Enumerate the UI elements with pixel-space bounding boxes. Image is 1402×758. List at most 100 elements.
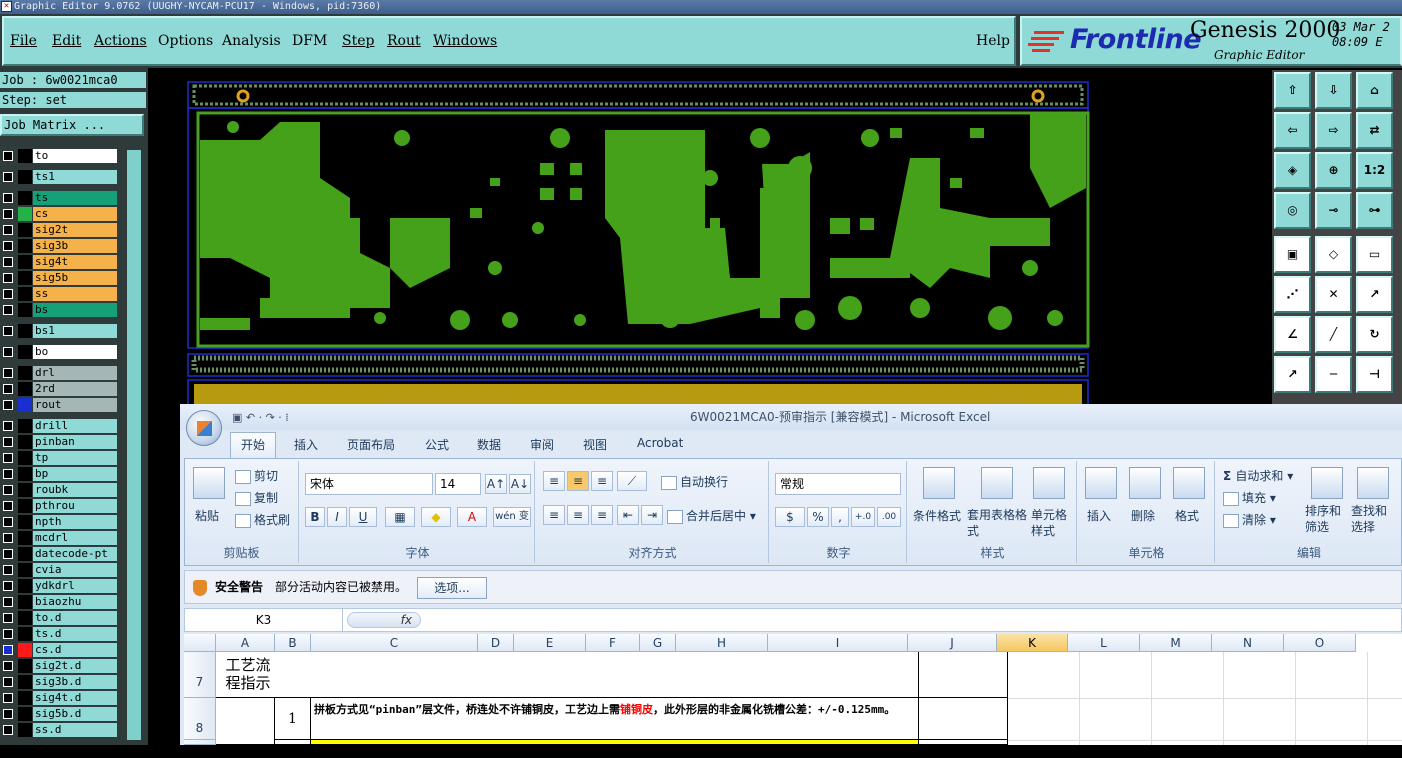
layer-checkbox[interactable] <box>3 677 13 687</box>
layer-name[interactable]: sig5b.d <box>33 707 117 721</box>
layer-checkbox[interactable] <box>3 597 13 607</box>
layer-color-swatch[interactable] <box>18 563 32 577</box>
column-header-i[interactable]: I <box>768 634 908 652</box>
ruler-icon[interactable]: ▭ <box>1356 236 1393 273</box>
fx-icon[interactable]: fx <box>347 612 421 628</box>
menu-edit[interactable]: Edit <box>52 33 81 49</box>
clear-button[interactable]: 清除 ▾ <box>1223 511 1276 528</box>
layer-color-swatch[interactable] <box>18 483 32 497</box>
grow-font-button[interactable]: A↑ <box>485 474 507 494</box>
layer-row-roubk[interactable]: roubk <box>0 482 119 498</box>
tab-page-layout[interactable]: 页面布局 <box>347 436 395 453</box>
layer-checkbox[interactable] <box>3 581 13 591</box>
scale-icon[interactable]: ◈ <box>1274 152 1311 189</box>
swap-icon[interactable]: ⇄ <box>1356 112 1393 149</box>
layer-row-mcdrl[interactable]: mcdrl <box>0 530 119 546</box>
wrap-text-button[interactable]: 自动换行 <box>661 473 728 490</box>
menu-help[interactable]: Help <box>976 33 1010 49</box>
layer-checkbox[interactable] <box>3 209 13 219</box>
layer-row-ydkdrl[interactable]: ydkdrl <box>0 578 119 594</box>
align-center-icon[interactable]: ≡ <box>567 505 589 525</box>
measure-icon[interactable]: ⊣ <box>1356 356 1393 393</box>
layer-color-swatch[interactable] <box>18 303 32 317</box>
layer-color-swatch[interactable] <box>18 223 32 237</box>
column-header-g[interactable]: G <box>640 634 676 652</box>
layer-row-ts[interactable]: ts <box>0 190 119 206</box>
layer-name[interactable]: sig4t.d <box>33 691 117 705</box>
layer-row-2rd[interactable]: 2rd <box>0 381 119 397</box>
name-box[interactable]: K3 <box>185 609 343 631</box>
ratio-icon[interactable]: 1:2 <box>1356 152 1393 189</box>
layer-color-swatch[interactable] <box>18 691 32 705</box>
layer-row-rout[interactable]: rout <box>0 397 119 413</box>
layer-color-swatch[interactable] <box>18 579 32 593</box>
cell-a8[interactable] <box>216 698 275 745</box>
layer-color-swatch[interactable] <box>18 595 32 609</box>
align-top-icon[interactable]: ≡ <box>543 471 565 491</box>
layer-color-swatch[interactable] <box>18 207 32 221</box>
layer-color-swatch[interactable] <box>18 707 32 721</box>
layer-checkbox[interactable] <box>3 289 13 299</box>
security-options-button[interactable]: 选项... <box>417 577 487 599</box>
layer-row-bp[interactable]: bp <box>0 466 119 482</box>
layer-color-swatch[interactable] <box>18 271 32 285</box>
layer-row-sig3b-d[interactable]: sig3b.d <box>0 674 119 690</box>
job-matrix-button[interactable]: Job Matrix ... <box>0 114 144 136</box>
layer-name[interactable]: ydkdrl <box>33 579 117 593</box>
currency-button[interactable]: $ <box>775 507 805 527</box>
coin-icon[interactable]: ◎ <box>1274 192 1311 229</box>
insert-cells-icon[interactable] <box>1085 467 1117 499</box>
column-header-m[interactable]: M <box>1140 634 1212 652</box>
layer-checkbox[interactable] <box>3 257 13 267</box>
line-icon[interactable]: ─ <box>1315 356 1352 393</box>
layer-checkbox[interactable] <box>3 629 13 639</box>
layer-name[interactable]: tp <box>33 451 117 465</box>
layer-checkbox[interactable] <box>3 384 13 394</box>
layer-name[interactable]: ss <box>33 287 117 301</box>
layer-color-swatch[interactable] <box>18 451 32 465</box>
menu-dfm[interactable]: DFM <box>292 33 327 49</box>
layer-row-cvia[interactable]: cvia <box>0 562 119 578</box>
find-select-button[interactable]: 查找和选择 <box>1351 503 1393 535</box>
layer-color-swatch[interactable] <box>18 675 32 689</box>
layer-color-swatch[interactable] <box>18 149 32 163</box>
layer-name[interactable]: bp <box>33 467 117 481</box>
layer-row-bo[interactable]: bo <box>0 344 119 360</box>
cell-style-icon[interactable] <box>1033 467 1065 499</box>
layer-row-cs[interactable]: cs <box>0 206 119 222</box>
point-icon[interactable]: ↗ <box>1274 356 1311 393</box>
layer-checkbox[interactable] <box>3 326 13 336</box>
layer-name[interactable]: drill <box>33 419 117 433</box>
layer-row-cs-d[interactable]: cs.d <box>0 642 119 658</box>
cell-b8[interactable]: 1 <box>275 698 311 740</box>
menu-options[interactable]: Options <box>158 33 213 49</box>
layer-row-biaozhu[interactable]: biaozhu <box>0 594 119 610</box>
cross-icon[interactable]: ✕ <box>1315 276 1352 313</box>
layer-checkbox[interactable] <box>3 347 13 357</box>
cell-j8[interactable] <box>919 698 1008 740</box>
layer-name[interactable]: sig3b <box>33 239 117 253</box>
format-cells-button[interactable]: 格式 <box>1175 507 1199 524</box>
shape-icon[interactable]: ◇ <box>1315 236 1352 273</box>
find-select-icon[interactable] <box>1357 467 1389 499</box>
layer-row-ss[interactable]: ss <box>0 286 119 302</box>
layer-name[interactable]: ss.d <box>33 723 117 737</box>
layer-color-swatch[interactable] <box>18 531 32 545</box>
delete-cells-icon[interactable] <box>1129 467 1161 499</box>
layer-name[interactable]: roubk <box>33 483 117 497</box>
layer-checkbox[interactable] <box>3 661 13 671</box>
layer-row-ts-d[interactable]: ts.d <box>0 626 119 642</box>
conditional-format-button[interactable]: 条件格式 <box>913 507 961 524</box>
layer-color-swatch[interactable] <box>18 611 32 625</box>
decrease-indent-icon[interactable]: ⇤ <box>617 505 639 525</box>
layer-checkbox[interactable] <box>3 193 13 203</box>
layer-checkbox[interactable] <box>3 645 13 655</box>
layer-name[interactable]: bs <box>33 303 117 317</box>
layer-color-swatch[interactable] <box>18 627 32 641</box>
layer-checkbox[interactable] <box>3 421 13 431</box>
layer-name[interactable]: sig3b.d <box>33 675 117 689</box>
layer-checkbox[interactable] <box>3 485 13 495</box>
layer-checkbox[interactable] <box>3 613 13 623</box>
column-header-f[interactable]: F <box>586 634 640 652</box>
tab-insert[interactable]: 插入 <box>294 436 318 453</box>
